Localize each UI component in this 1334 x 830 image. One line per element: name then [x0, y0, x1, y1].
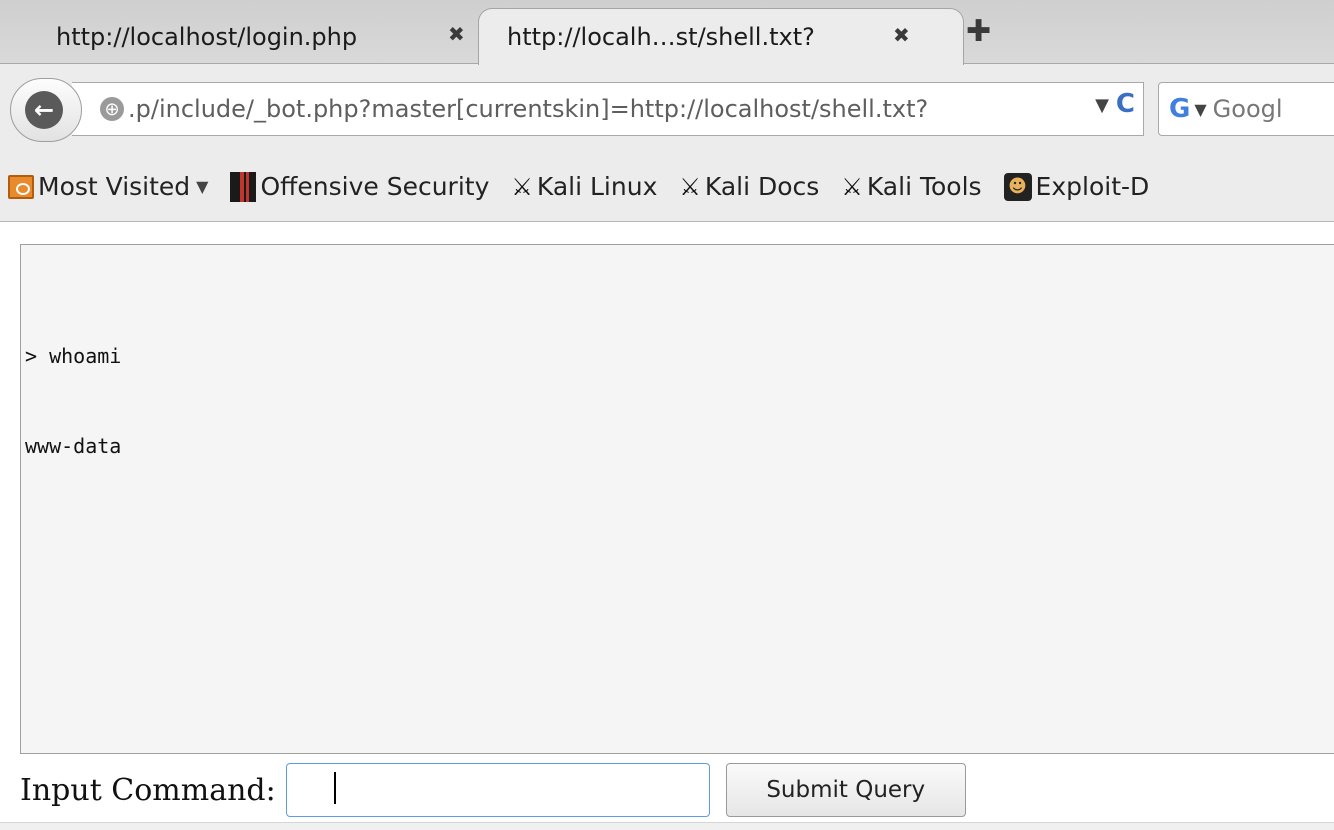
- tab-shell[interactable]: http://localh…st/shell.txt? ✖: [478, 8, 964, 65]
- navigation-bar: ⊕ .p/include/_bot.php?master[currentskin…: [0, 64, 1334, 152]
- page-bottom-edge: [0, 822, 1334, 830]
- back-button[interactable]: ←: [10, 78, 82, 142]
- globe-icon: ⊕: [100, 97, 124, 121]
- output-line: > whoami: [25, 344, 122, 368]
- chevron-down-icon[interactable]: ▼: [1194, 100, 1206, 119]
- submit-query-button[interactable]: Submit Query: [725, 763, 966, 817]
- bookmarks-toolbar: Most Visited ▼ Offensive Security ⚔ Kali…: [0, 152, 1334, 222]
- command-output[interactable]: > whoami www-data: [20, 244, 1334, 754]
- input-command-label: Input Command:: [20, 772, 276, 808]
- bookmark-kali-linux[interactable]: ⚔ Kali Linux: [511, 172, 657, 201]
- offsec-icon: [230, 171, 257, 202]
- close-icon[interactable]: ✖: [893, 23, 910, 47]
- command-input[interactable]: [285, 763, 710, 817]
- bookmark-exploit-db[interactable]: ☻ Exploit-D: [1003, 172, 1150, 201]
- bookmark-label: Offensive Security: [260, 172, 490, 201]
- url-bar[interactable]: ⊕ .p/include/_bot.php?master[currentskin…: [72, 82, 1144, 136]
- bookmark-most-visited[interactable]: Most Visited ▼: [8, 172, 208, 201]
- bookmark-label: Exploit-D: [1035, 172, 1150, 201]
- search-bar[interactable]: G ▼ Googl: [1158, 82, 1334, 136]
- kali-dragon-icon: ⚔: [679, 172, 701, 201]
- bookmark-label: Kali Tools: [866, 172, 982, 201]
- url-text[interactable]: .p/include/_bot.php?master[currentskin]=…: [128, 95, 1068, 123]
- tab-label: http://localh…st/shell.txt?: [507, 23, 815, 51]
- chevron-down-icon[interactable]: ▼: [1095, 95, 1109, 116]
- google-icon: G: [1169, 94, 1191, 124]
- text-caret: [334, 772, 336, 804]
- kali-dragon-icon: ⚔: [511, 172, 533, 201]
- tab-login[interactable]: http://localhost/login.php ✖: [0, 8, 488, 65]
- chevron-down-icon: ▼: [196, 177, 209, 196]
- command-form: Input Command: Submit Query: [20, 760, 1320, 820]
- kali-dragon-icon: ⚔: [841, 172, 863, 201]
- bookmark-label: Most Visited: [38, 172, 191, 201]
- tab-label: http://localhost/login.php: [56, 22, 358, 51]
- bookmark-label: Kali Docs: [704, 172, 820, 201]
- new-tab-icon[interactable]: ✚: [966, 14, 991, 49]
- bookmark-kali-docs[interactable]: ⚔ Kali Docs: [679, 172, 819, 201]
- search-text: Googl: [1212, 95, 1283, 123]
- reload-icon[interactable]: C: [1116, 89, 1135, 119]
- bookmark-label: Kali Linux: [536, 172, 658, 201]
- bookmark-kali-tools[interactable]: ⚔ Kali Tools: [841, 172, 981, 201]
- bookmark-offensive-security[interactable]: Offensive Security: [230, 171, 490, 202]
- back-arrow-icon: ←: [25, 91, 63, 129]
- folder-icon: [8, 174, 34, 199]
- tab-strip: http://localhost/login.php ✖ http://loca…: [0, 0, 1334, 65]
- exploit-db-icon: ☻: [1003, 172, 1032, 201]
- output-line: www-data: [25, 434, 122, 458]
- close-icon[interactable]: ✖: [448, 22, 465, 46]
